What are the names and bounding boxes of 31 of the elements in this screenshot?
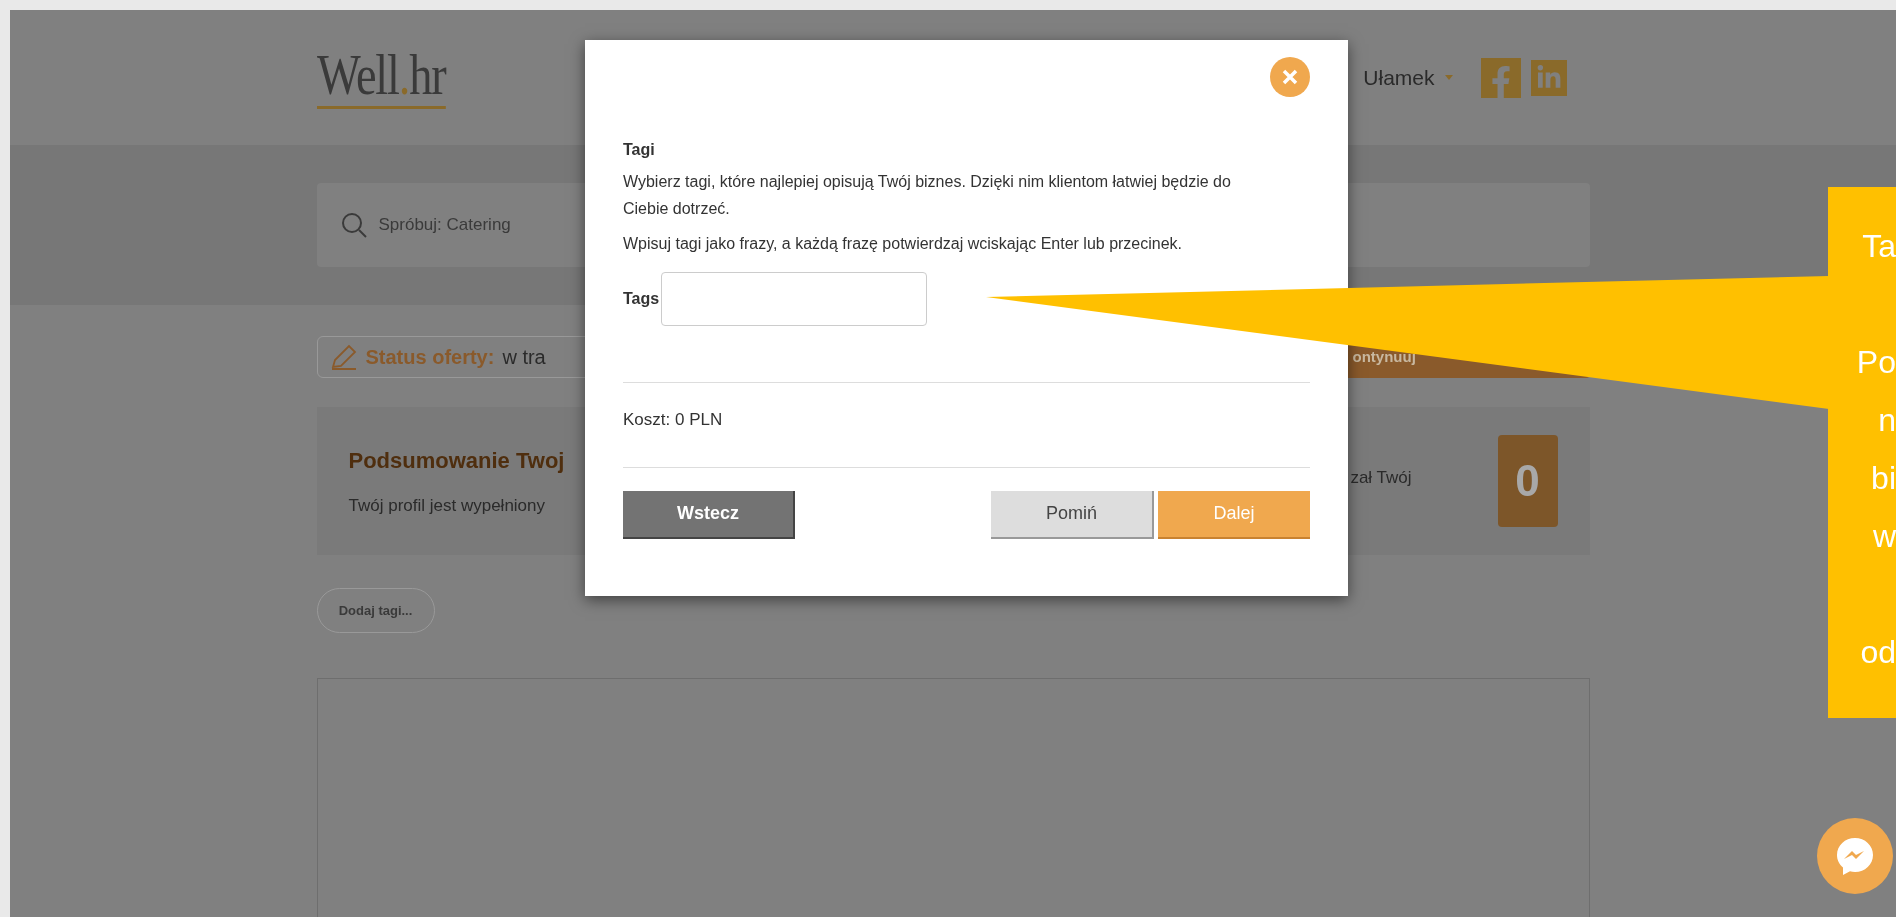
callout-text: od <box>1860 633 1896 672</box>
next-button[interactable]: Dalej <box>1158 490 1310 539</box>
status-label: Status oferty: <box>365 345 495 370</box>
dialog-hint: Wpisuj tagi jako frazy, a każdą frazę potwierdzaj wciskając Enter lub przecinek. <box>623 234 1184 254</box>
callout-text: bi <box>1871 459 1896 498</box>
dialog-title: Tagi <box>623 140 656 160</box>
back-button[interactable]: Wstecz <box>623 490 795 539</box>
summary-title: Podsumowanie Twoj <box>348 446 565 475</box>
tags-input[interactable] <box>661 272 928 326</box>
user-menu[interactable]: Ułamek <box>1363 61 1435 94</box>
summary-text: zał Twój <box>1350 467 1412 490</box>
dialog-description: Wybierz tagi, które najlepiej opisują Twój biznes. Dzięki nim klientom łatwiej będzie do Ciebie dotrzeć. <box>623 172 1232 219</box>
callout-text: Po <box>1856 343 1896 382</box>
status-value: w tra <box>502 345 546 370</box>
callout-text: w <box>1872 517 1896 556</box>
callout-text: n <box>1878 401 1896 440</box>
caret-icon <box>1444 75 1453 80</box>
close-icon <box>1282 69 1298 85</box>
close-button[interactable] <box>1270 57 1310 97</box>
summary-text: Twój profil jest wypełniony <box>348 494 547 517</box>
callout-text: Ta <box>1862 227 1896 266</box>
linkedin-icon[interactable] <box>1530 59 1567 96</box>
skip-button[interactable]: Pomiń <box>991 490 1154 539</box>
search-icon <box>340 212 367 238</box>
chat-icon <box>1834 835 1876 877</box>
logo[interactable]: Well.hr <box>316 46 446 109</box>
field-label: Tags <box>623 289 660 309</box>
cost-text: Koszt: 0 PLN <box>623 409 724 431</box>
facebook-icon[interactable] <box>1480 57 1521 98</box>
score-badge: 0 <box>1497 435 1558 527</box>
pencil-icon <box>329 344 358 370</box>
